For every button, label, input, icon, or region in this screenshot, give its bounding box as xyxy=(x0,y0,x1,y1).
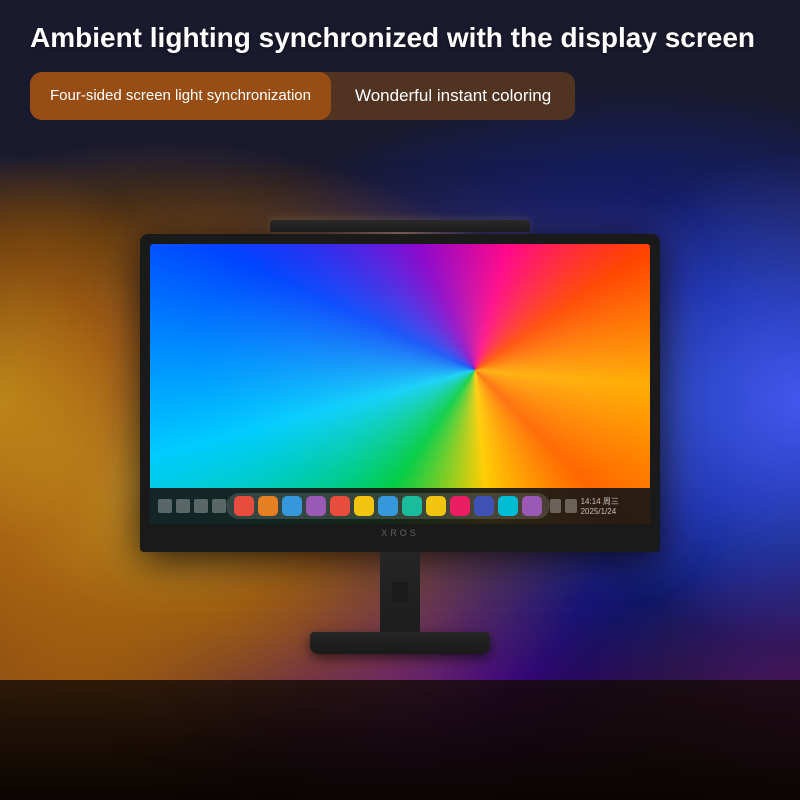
feature-pills: Four-sided screen light synchronization … xyxy=(30,72,575,120)
main-title: Ambient lighting synchronized with the d… xyxy=(30,20,770,56)
dock-icon-photo xyxy=(258,496,278,516)
dock xyxy=(226,493,550,519)
taskbar-time: 14:14 周三 2025/1/24 xyxy=(581,496,642,516)
monitor-screen: 14:14 周三 2025/1/24 xyxy=(150,244,650,524)
monitor-neck xyxy=(380,552,420,632)
monitor-container: 14:14 周三 2025/1/24 XROS xyxy=(140,220,660,654)
dock-icon-chrome xyxy=(378,496,398,516)
screen-overlay xyxy=(150,244,650,524)
dock-icon-app4 xyxy=(426,496,446,516)
taskbar-left xyxy=(158,499,226,513)
dock-icon-weibo xyxy=(234,496,254,516)
dock-icon-heart xyxy=(330,496,350,516)
monitor-light-bar xyxy=(270,220,530,232)
dock-icon-app1 xyxy=(306,496,326,516)
pill-left: Four-sided screen light synchronization xyxy=(30,72,331,120)
taskbar-app1-icon xyxy=(194,499,208,513)
pill-right: Wonderful instant coloring xyxy=(331,72,575,120)
dock-icon-music xyxy=(474,496,494,516)
table-surface xyxy=(0,680,800,800)
dock-icon-app5 xyxy=(498,496,518,516)
header-section: Ambient lighting synchronized with the d… xyxy=(30,20,770,120)
dock-icon-app6 xyxy=(522,496,542,516)
taskbar-sys1-icon xyxy=(550,499,561,513)
taskbar-search-icon xyxy=(176,499,190,513)
dock-icon-messages xyxy=(450,496,470,516)
taskbar-center xyxy=(226,493,550,519)
taskbar: 14:14 周三 2025/1/24 xyxy=(150,488,650,524)
monitor-base xyxy=(310,632,490,654)
dock-icon-app3 xyxy=(402,496,422,516)
taskbar-right: 14:14 周三 2025/1/24 xyxy=(550,496,642,516)
dock-icon-search xyxy=(282,496,302,516)
taskbar-app2-icon xyxy=(212,499,226,513)
taskbar-start-icon xyxy=(158,499,172,513)
taskbar-sys2-icon xyxy=(565,499,576,513)
main-scene: Ambient lighting synchronized with the d… xyxy=(0,0,800,800)
monitor-brand: XROS xyxy=(150,528,650,538)
dock-icon-app2 xyxy=(354,496,374,516)
monitor-bezel: 14:14 周三 2025/1/24 XROS xyxy=(140,234,660,552)
